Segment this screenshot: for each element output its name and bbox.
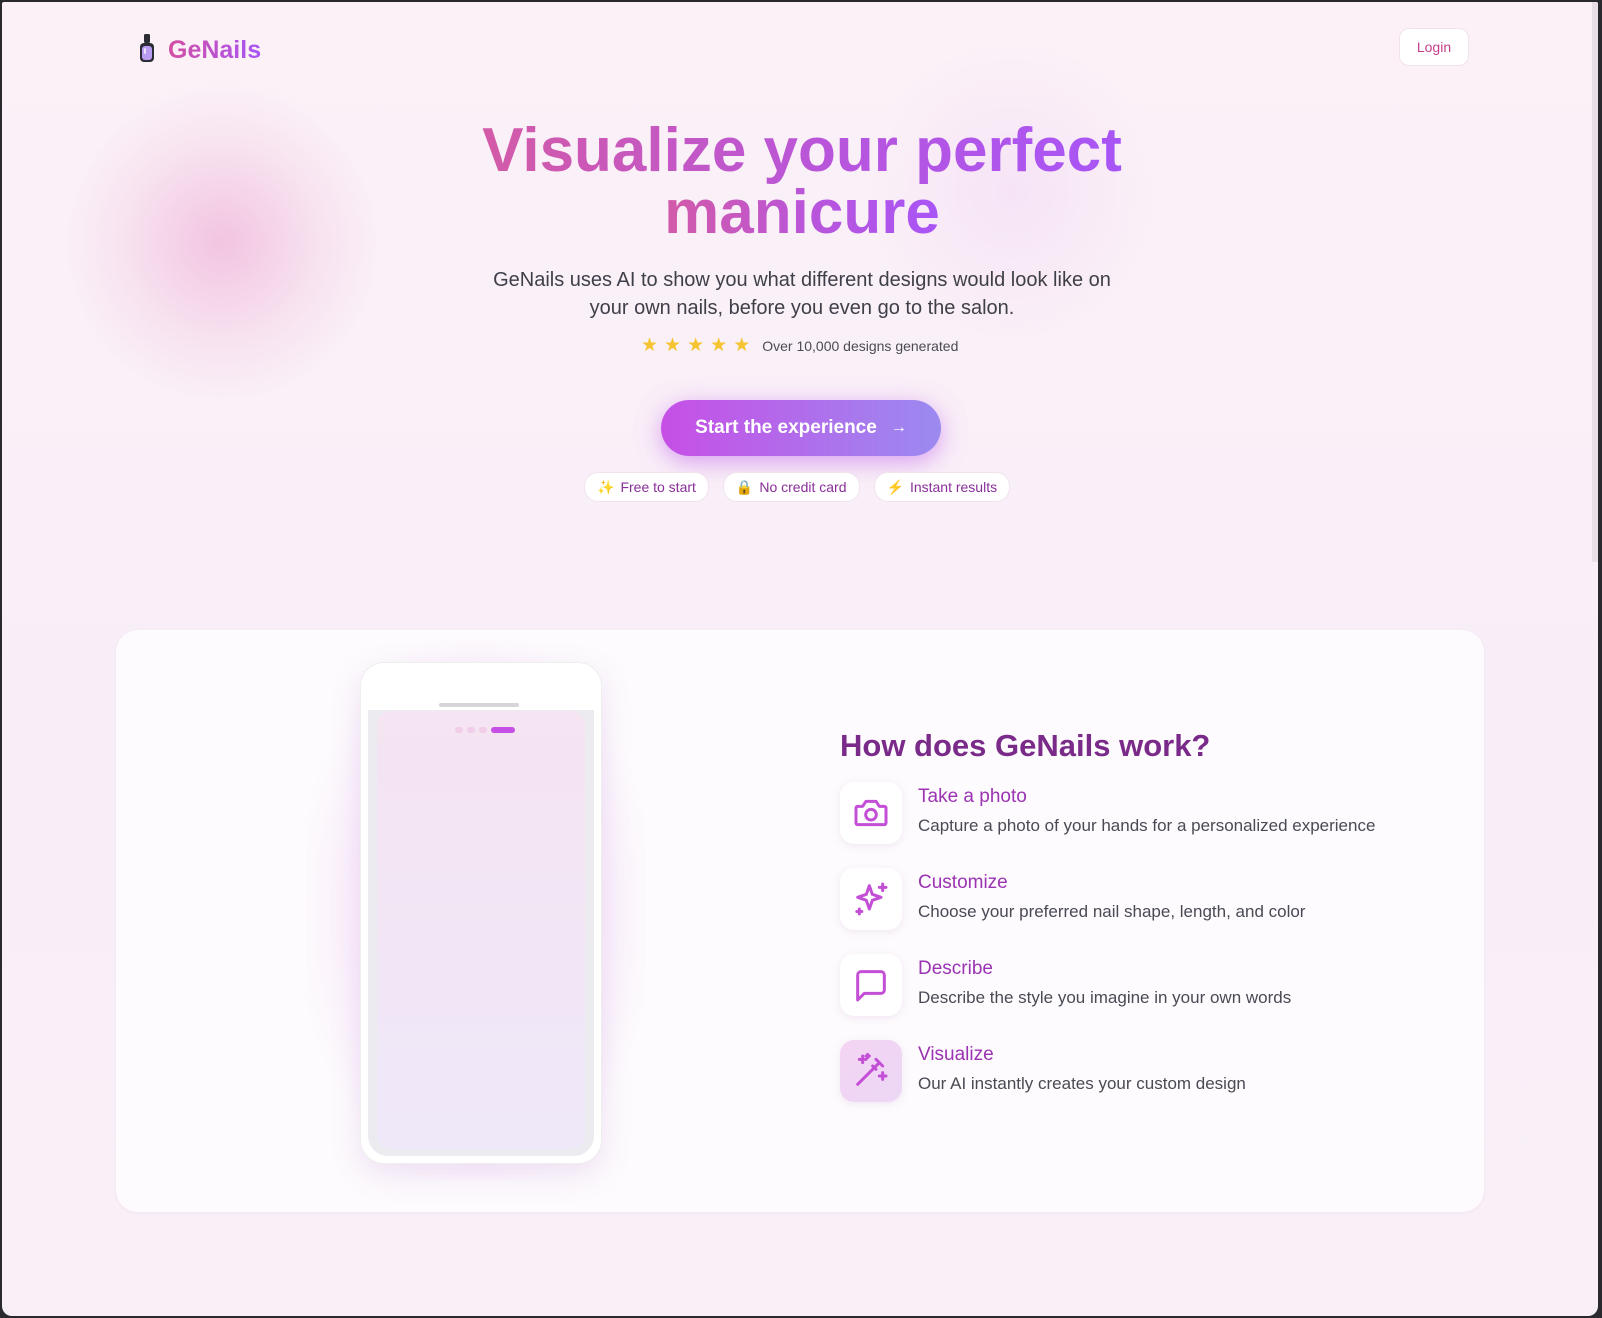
step-customize[interactable]: Customize Choose your preferred nail sha…	[840, 868, 1305, 930]
nail-polish-bottle-icon	[136, 32, 158, 69]
pill-no-credit-card: 🔒 No credit card	[722, 472, 860, 502]
rating-text: Over 10,000 designs generated	[762, 338, 959, 354]
step-title: Customize	[918, 872, 1008, 893]
star-icon: ★	[733, 335, 751, 356]
step-description: Our AI instantly creates your custom des…	[918, 1074, 1246, 1093]
step-description: Describe the style you imagine in your o…	[918, 988, 1292, 1007]
camera-icon	[840, 782, 902, 844]
login-button[interactable]: Login	[1399, 28, 1469, 66]
logo-text: GeNails	[168, 36, 262, 64]
step-take-photo[interactable]: Take a photo Capture a photo of your han…	[840, 782, 1375, 844]
progress-dot	[479, 727, 487, 733]
sparkles-icon	[840, 868, 902, 930]
pill-label: No credit card	[759, 479, 847, 495]
phone-notch	[439, 703, 519, 707]
hero-subtitle: GeNails uses AI to show you what differe…	[452, 266, 1152, 322]
step-progress-dots	[455, 727, 515, 733]
pill-label: Instant results	[909, 479, 998, 495]
start-experience-button[interactable]: Start the experience →	[661, 400, 941, 456]
phone-mockup	[360, 662, 602, 1164]
pill-instant-results: ⚡ Instant results	[873, 472, 1011, 502]
rating: ★ ★ ★ ★ ★ Over 10,000 designs generated	[641, 336, 958, 356]
star-icon: ★	[641, 335, 659, 356]
hero-subtitle-line-1: GeNails uses AI to show you what differe…	[493, 269, 1111, 291]
message-square-icon	[840, 954, 902, 1016]
benefit-pills: ✨ Free to start 🔒 No credit card ⚡ Insta…	[584, 472, 1011, 502]
progress-dot-active	[491, 727, 515, 733]
star-icon: ★	[687, 335, 705, 356]
magic-wand-icon	[840, 1040, 902, 1102]
progress-dot	[455, 727, 463, 733]
step-description: Capture a photo of your hands for a pers…	[918, 816, 1376, 835]
arrow-right-icon: →	[890, 419, 907, 436]
logo[interactable]: GeNails	[136, 32, 261, 69]
step-title: Describe	[918, 958, 993, 979]
step-title: Take a photo	[918, 786, 1027, 807]
lightning-emoji-icon: ⚡	[886, 478, 904, 495]
hero-subtitle-line-2: your own nails, before you even go to th…	[589, 297, 1015, 319]
page: GeNails Login Visualize your perfect man…	[2, 2, 1598, 1316]
how-it-works-title: How does GeNails work?	[840, 728, 1211, 763]
how-it-works-card: How does GeNails work? Take a photo Capt…	[116, 630, 1484, 1212]
star-icon: ★	[664, 335, 682, 356]
step-visualize[interactable]: Visualize Our AI instantly creates your …	[840, 1040, 1246, 1102]
phone-screen	[377, 711, 585, 1149]
cta-label: Start the experience	[695, 417, 877, 438]
step-title: Visualize	[918, 1044, 994, 1065]
scrollbar[interactable]	[1592, 2, 1598, 562]
hero-title-line-2: manicure	[664, 178, 940, 247]
sparkles-emoji-icon: ✨	[597, 478, 615, 495]
hero-title-line-1: Visualize your perfect	[482, 116, 1122, 185]
progress-dot	[467, 727, 475, 733]
pill-label: Free to start	[620, 479, 696, 495]
pill-free-to-start: ✨ Free to start	[584, 472, 709, 502]
step-describe[interactable]: Describe Describe the style you imagine …	[840, 954, 1291, 1016]
lock-emoji-icon: 🔒	[735, 478, 754, 495]
star-icon: ★	[710, 335, 728, 356]
step-description: Choose your preferred nail shape, length…	[918, 902, 1306, 921]
hero-title: Visualize your perfect manicure	[2, 120, 1598, 244]
